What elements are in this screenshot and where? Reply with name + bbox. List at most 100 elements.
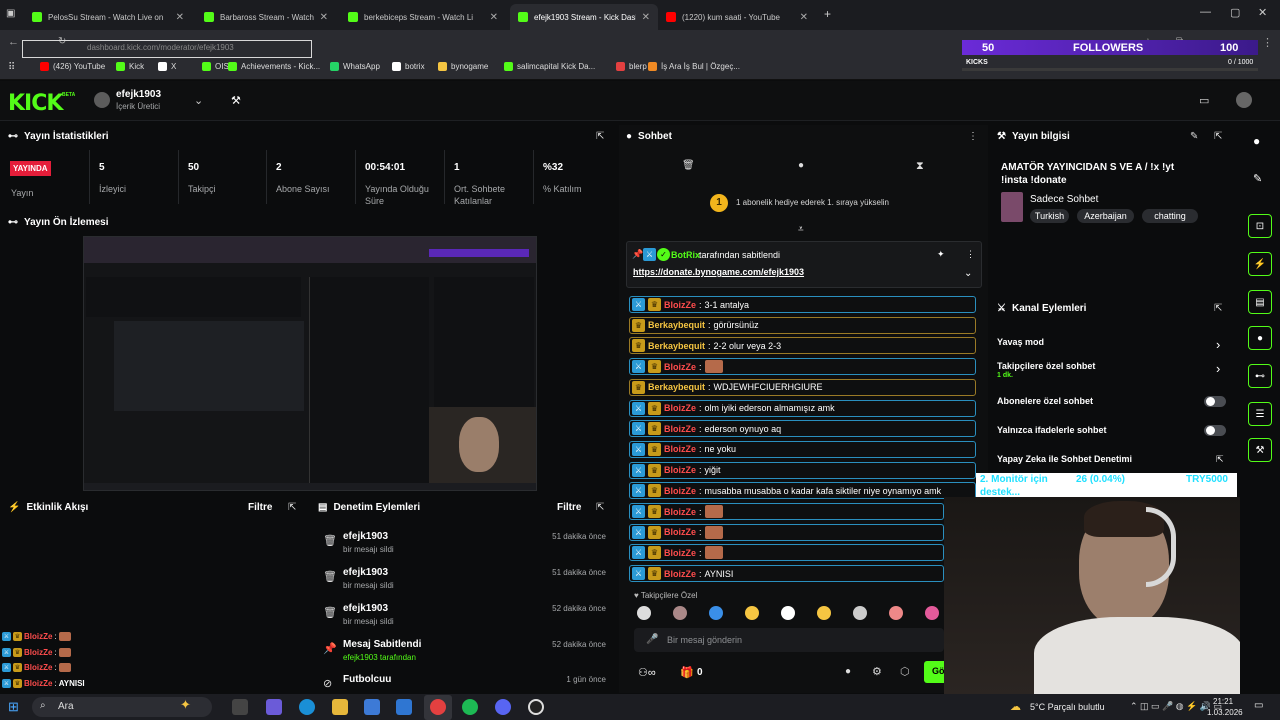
sidebar-bolt-icon[interactable]: ⚡ [1248,252,1272,276]
robot-icon[interactable]: ⬡ [900,665,910,678]
bookmark-item[interactable]: salimcapital Kick Da... [504,62,595,71]
chat-message[interactable]: ⚔ ♛ BloizZe: ederson oynuyo aq [629,420,976,438]
channel-action-label[interactable]: Abonelere özel sohbet [997,396,1093,406]
notification-icon[interactable]: ▭ [1254,700,1263,711]
hourglass-icon[interactable]: ⧗ [916,160,924,173]
chat-message[interactable]: ♛ Berkaybequit: görürsünüz [629,316,976,334]
expand-icon[interactable]: ⇱ [1214,131,1222,142]
spotify-icon[interactable] [462,699,478,715]
edit-icon[interactable]: ✎ [1190,131,1198,142]
browser-tab[interactable]: Barbaross Stream - Watch Live ✕ [196,4,336,30]
bookmark-item[interactable]: Achievements - Kick... [228,62,320,71]
back-icon[interactable]: ← [8,36,19,48]
chat-message[interactable]: ⚔ ♛ BloizZe: [629,503,944,520]
gift-icon[interactable]: 🎁 [680,666,694,679]
tab-close-icon[interactable]: ✕ [642,12,650,23]
sidebar-wrench-icon[interactable]: ⚒ [1248,438,1272,462]
task-view-icon[interactable] [232,699,248,715]
sidebar-target-icon[interactable]: ⊡ [1248,214,1272,238]
chat-message[interactable]: ⚔ ♛ BloizZe: olm iyiki ederson almamışız am… [629,399,976,417]
browser-tab[interactable]: PelosSu Stream - Watch Live on ✕ [24,4,192,30]
close-window-icon[interactable]: ✕ [1258,6,1267,19]
edge-icon[interactable] [299,699,315,715]
sidebar-doc-icon[interactable]: ▤ [1248,290,1272,314]
chat-username[interactable]: BloizZe [664,548,696,558]
chat-message[interactable]: ⚔ ♛ BloizZe: [629,358,976,376]
channel-action-label[interactable]: Yapay Zeka ile Sohbet Denetimi [997,454,1132,464]
new-tab-icon[interactable]: + [824,7,831,21]
bookmark-item[interactable]: blerp [616,62,647,71]
expand-icon[interactable]: ⇱ [1214,303,1222,314]
emote-icon[interactable] [889,606,903,620]
tab-close-icon[interactable]: ✕ [320,12,328,23]
chat-username[interactable]: Berkaybequit [648,341,705,351]
tab-menu-icon[interactable]: ▣ [6,8,15,19]
chat-message[interactable]: ⚔ ♛ BloizZe: yiğit [629,461,976,479]
moderation-filter[interactable]: Filtre [557,502,581,513]
chat-message[interactable]: ⚔ ♛ BloizZe: AYNISI [629,565,944,583]
pinned-link[interactable]: https://donate.bynogame.com/efejk1903 [633,267,804,277]
chat-menu-icon[interactable]: ⋮ [968,131,978,142]
bookmark-item[interactable]: botrix [392,62,425,71]
chat-message[interactable]: ⚔ ♛ BloizZe: [629,523,944,541]
chat-username[interactable]: BloizZe [664,569,696,579]
chat-username[interactable]: BloizZe [664,300,696,310]
toggle-switch[interactable] [1204,396,1226,407]
chevron-right-icon[interactable]: › [1216,361,1220,376]
windows-start-icon[interactable]: ⊞ [8,699,19,715]
bookmark-item[interactable]: Kick [116,62,144,71]
chat-message[interactable]: ⚔ ♛ BloizZe: ne yoku [629,440,976,458]
scroll-down-icon[interactable]: ⩡ [798,224,804,235]
emote-icon[interactable] [817,606,831,620]
trash-icon[interactable]: 🗑 [682,160,695,171]
tab-close-icon[interactable]: ✕ [176,12,184,23]
explorer-icon[interactable] [332,699,348,715]
chat-username[interactable]: BloizZe [664,403,696,413]
avatar[interactable] [94,92,110,108]
channel-action-label[interactable]: Yavaş mod [997,337,1044,347]
toggle-switch[interactable] [1204,425,1226,436]
emote-icon[interactable] [709,606,723,620]
chat-username[interactable]: BloizZe [664,465,696,475]
chat-username[interactable]: Berkaybequit [648,320,705,330]
tab-close-icon[interactable]: ✕ [800,12,808,23]
tab-close-icon[interactable]: ✕ [490,12,498,23]
send-button[interactable]: Gö [924,661,945,683]
emote-icon[interactable] [637,606,651,620]
pencil-icon[interactable]: ✎ [1253,172,1262,185]
external-link-icon[interactable]: ⇱ [1216,454,1224,465]
mic-icon[interactable]: 🎤 [646,634,658,645]
chat-message[interactable]: ⚔ ♛ BloizZe:3-1 antalya [629,296,976,313]
emote-icon[interactable] [781,606,795,620]
chat-username[interactable]: BloizZe [664,444,696,454]
info-icon[interactable]: ● [1253,134,1260,148]
emote-icon[interactable] [745,606,759,620]
chat-username[interactable]: BloizZe [664,507,696,517]
bookmark-item[interactable]: İş Ara İş Bul | Özgeç... [648,62,740,71]
chat-username[interactable]: BloizZe [664,527,696,537]
browser-tab[interactable]: berkebiceps Stream - Watch Li ✕ [340,4,506,30]
sidebar-chat-icon[interactable]: ● [1248,326,1272,350]
chrome-icon[interactable] [430,699,446,715]
mail-icon[interactable] [396,699,412,715]
bookmark-item[interactable]: (426) YouTube [40,62,105,71]
pin-icon[interactable]: ⚒ [231,94,241,107]
activity-filter[interactable]: Filtre [248,502,272,513]
chat-message[interactable]: ⚔ ♛ BloizZe: musabba musabba o kadar kafa s… [629,482,976,500]
obs-icon[interactable] [528,699,544,715]
apps-icon[interactable]: ⠿ [8,62,15,73]
store-icon[interactable] [364,699,380,715]
channel-action-label[interactable]: Yalnızca ifadelerle sohbet [997,425,1107,435]
unpin-icon[interactable]: ✦ [937,249,945,260]
chat-username[interactable]: BloizZe [664,486,696,496]
browser-tab[interactable]: (1220) kum saati - YouTube ✕ [658,4,816,30]
chat-username[interactable]: BloizZe [664,362,696,372]
expand-icon[interactable]: ⇱ [596,131,604,142]
card-icon[interactable]: ▭ [1199,94,1209,107]
emote-icon[interactable] [673,606,687,620]
chat-username[interactable]: BloizZe [664,424,696,434]
stream-tag[interactable]: chatting [1142,209,1198,223]
bookmark-item[interactable]: OIS [202,62,229,71]
expand-icon[interactable]: ⇱ [596,502,604,513]
channel-action-label[interactable]: Takipçilere özel sohbet [997,361,1095,371]
